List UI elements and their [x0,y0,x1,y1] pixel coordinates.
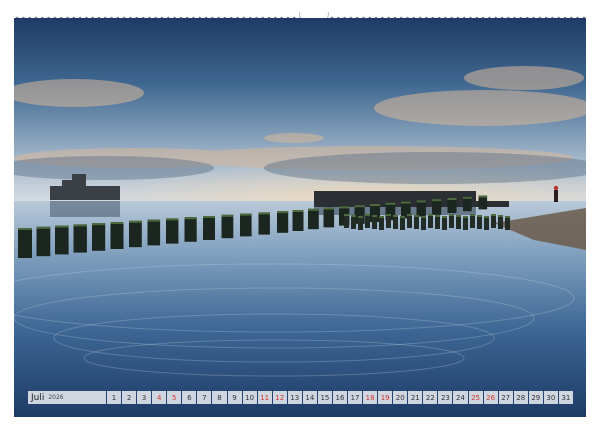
day-cell: 13 [287,391,302,404]
day-cell: 1 [107,391,122,404]
day-cell: 23 [438,391,453,404]
calendar-strip: Juli 2026 1 2 3 4 5 6 7 8 9 10 11 12 13 14 15 16 17 18 19 2… [28,391,573,404]
year-label: 2026 [48,394,64,401]
day-cell: 14 [302,391,317,404]
day-cell: 7 [197,391,212,404]
day-cell: 25 [468,391,483,404]
day-cell: 17 [348,391,363,404]
day-cell: 6 [182,391,197,404]
day-cell: 24 [453,391,468,404]
day-cell: 16 [332,391,347,404]
person-figure [554,190,558,202]
day-cell: 8 [212,391,227,404]
month-label-box: Juli 2026 [28,391,106,404]
day-cell: 10 [242,391,257,404]
day-cell: 22 [423,391,438,404]
seascape-photo [14,18,586,417]
day-cell: 29 [528,391,543,404]
day-cell: 31 [558,391,573,404]
day-cell: 21 [408,391,423,404]
day-cell: 19 [378,391,393,404]
day-cell: 18 [363,391,378,404]
day-cell: 20 [393,391,408,404]
day-cells: 1 2 3 4 5 6 7 8 9 10 11 12 13 14 15 16 17 18 19 20 21 22 23 24 2… [107,391,573,404]
day-cell: 3 [137,391,152,404]
day-cell: 5 [167,391,182,404]
day-cell: 4 [152,391,167,404]
day-cell: 2 [122,391,137,404]
month-name: Juli [31,392,45,403]
day-cell: 26 [483,391,498,404]
day-cell: 28 [513,391,528,404]
day-cell: 12 [272,391,287,404]
day-cell: 27 [498,391,513,404]
day-cell: 11 [257,391,272,404]
day-cell: 15 [317,391,332,404]
calendar-photo [14,18,586,417]
day-cell: 30 [543,391,558,404]
day-cell: 9 [227,391,242,404]
